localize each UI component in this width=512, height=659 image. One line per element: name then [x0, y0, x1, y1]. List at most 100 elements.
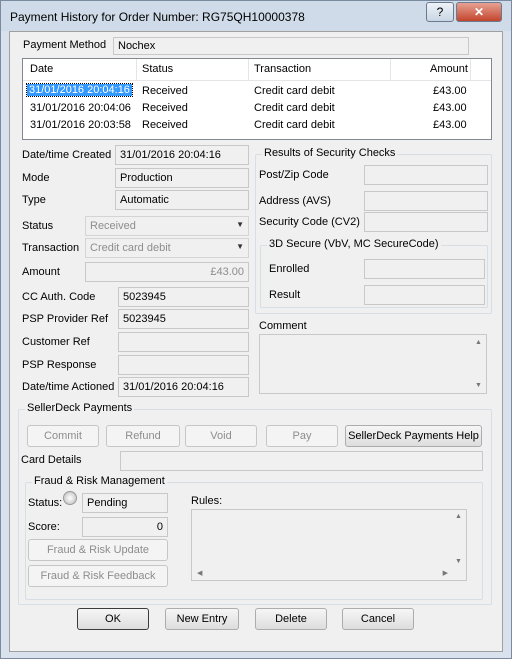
fraud-risk-group: Fraud & Risk Management Status: Pending …: [25, 475, 483, 600]
column-header-date[interactable]: Date: [30, 63, 53, 75]
row-status: Received: [142, 102, 188, 114]
card-details-label: Card Details: [21, 454, 82, 466]
type-value: Automatic: [120, 194, 169, 206]
fraud-score-label: Score:: [28, 521, 60, 533]
created-label: Date/time Created: [22, 149, 112, 161]
list-item[interactable]: 31/01/2016 20:04:16 Received Credit card…: [23, 83, 491, 100]
payment-method-field: Nochex: [113, 37, 469, 55]
fraud-feedback-button[interactable]: Fraud & Risk Feedback: [28, 565, 168, 587]
cancel-button-label: Cancel: [360, 613, 396, 625]
created-field: 31/01/2016 20:04:16: [115, 145, 249, 165]
dialog-client-area: Payment Method Nochex Date Status Transa…: [9, 31, 503, 652]
void-button-label: Void: [210, 430, 232, 442]
fraud-status-label: Status:: [28, 497, 63, 509]
rules-vertical-scrollbar[interactable]: ▲ ▼: [452, 510, 466, 568]
transaction-value: Credit card debit: [90, 242, 171, 254]
rules-listbox[interactable]: ▲ ▼ ◀ ▶: [191, 509, 467, 581]
fraud-risk-title: Fraud & Risk Management: [32, 475, 167, 487]
fraud-feedback-button-label: Fraud & Risk Feedback: [40, 570, 156, 582]
list-item[interactable]: 31/01/2016 20:04:06 Received Credit card…: [23, 100, 491, 117]
cc-auth-label: CC Auth. Code: [22, 291, 96, 303]
transaction-label: Transaction: [22, 242, 80, 254]
window-title: Payment History for Order Number: RG75QH…: [10, 10, 305, 24]
sellerdeck-help-button[interactable]: SellerDeck Payments Help: [345, 425, 482, 447]
row-transaction: Credit card debit: [254, 85, 335, 97]
scroll-down-icon: ▼: [455, 558, 462, 565]
postzip-label: Post/Zip Code: [259, 169, 329, 181]
result-label: Result: [269, 289, 301, 301]
chevron-down-icon: ▼: [236, 220, 244, 229]
close-button[interactable]: ✕: [456, 2, 502, 22]
column-header-status[interactable]: Status: [142, 63, 173, 75]
rules-horizontal-scrollbar[interactable]: ◀ ▶: [192, 566, 452, 580]
column-header-amount[interactable]: Amount: [430, 63, 468, 75]
row-transaction: Credit card debit: [254, 102, 335, 114]
fraud-update-button[interactable]: Fraud & Risk Update: [28, 539, 168, 561]
psp-response-label: PSP Response: [22, 359, 97, 371]
cc-auth-value: 5023945: [123, 291, 166, 303]
row-amount: £43.00: [433, 85, 467, 97]
row-status: Received: [142, 85, 188, 97]
actioned-field: 31/01/2016 20:04:16: [118, 377, 249, 397]
void-button[interactable]: Void: [185, 425, 257, 447]
customer-ref-field: [118, 332, 249, 352]
psp-response-field: [118, 355, 249, 375]
delete-button[interactable]: Delete: [255, 608, 327, 630]
card-details-field: [120, 451, 483, 471]
pay-button[interactable]: Pay: [266, 425, 338, 447]
help-button[interactable]: ?: [426, 2, 454, 22]
type-field: Automatic: [115, 190, 249, 210]
row-amount: £43.00: [433, 102, 467, 114]
transaction-dropdown[interactable]: Credit card debit ▼: [85, 238, 249, 258]
scroll-up-icon: ▲: [475, 339, 482, 346]
close-icon: ✕: [473, 5, 485, 19]
payment-method-group: Payment Method Nochex: [16, 34, 498, 55]
commit-button-label: Commit: [44, 430, 82, 442]
payment-method-label: Payment Method: [23, 39, 107, 51]
ok-button-label: OK: [105, 613, 121, 625]
enrolled-label: Enrolled: [269, 263, 310, 275]
row-date: 31/01/2016 20:04:06: [30, 102, 131, 114]
status-value: Received: [90, 220, 136, 232]
mode-label: Mode: [22, 172, 50, 184]
security-checks-group: Results of Security Checks Post/Zip Code…: [255, 147, 492, 314]
row-date: 31/01/2016 20:04:16: [26, 83, 133, 97]
comment-label: Comment: [259, 320, 307, 332]
cancel-button[interactable]: Cancel: [342, 608, 414, 630]
fraud-score-field: 0: [82, 517, 168, 537]
address-avs-label: Address (AVS): [259, 195, 331, 207]
pay-button-label: Pay: [292, 430, 312, 442]
actioned-label: Date/time Actioned: [22, 381, 115, 393]
new-entry-button[interactable]: New Entry: [165, 608, 239, 630]
amount-field: £43.00: [85, 262, 249, 282]
result-field: [364, 285, 485, 305]
security-code-field: [364, 212, 488, 232]
amount-label: Amount: [22, 266, 60, 278]
column-header-transaction[interactable]: Transaction: [254, 63, 311, 75]
sellerdeck-payments-group: SellerDeck Payments Commit Refund Void P…: [18, 402, 492, 605]
sellerdeck-help-button-label: SellerDeck Payments Help: [348, 430, 479, 442]
refund-button[interactable]: Refund: [106, 425, 180, 447]
row-transaction: Credit card debit: [254, 119, 335, 131]
row-date: 31/01/2016 20:03:58: [30, 119, 131, 131]
scroll-up-icon: ▲: [455, 513, 462, 520]
comment-scrollbar[interactable]: ▲ ▼: [472, 335, 486, 393]
commit-button[interactable]: Commit: [27, 425, 99, 447]
status-dropdown[interactable]: Received ▼: [85, 216, 249, 236]
mode-value: Production: [120, 172, 173, 184]
postzip-field: [364, 165, 488, 185]
ok-button[interactable]: OK: [77, 608, 149, 630]
psp-ref-field: 5023945: [118, 309, 249, 329]
comment-textarea[interactable]: ▲ ▼: [259, 334, 487, 394]
customer-ref-label: Customer Ref: [22, 336, 90, 348]
list-item[interactable]: 31/01/2016 20:03:58 Received Credit card…: [23, 117, 491, 134]
psp-ref-label: PSP Provider Ref: [22, 313, 109, 325]
amount-value: £43.00: [210, 266, 244, 278]
cc-auth-field: 5023945: [118, 287, 249, 307]
mode-field: Production: [115, 168, 249, 188]
fraud-status-field: Pending: [82, 493, 168, 513]
fraud-status-value: Pending: [87, 497, 128, 509]
fraud-score-value: 0: [156, 521, 163, 533]
payment-history-list[interactable]: Date Status Transaction Amount 31/01/201…: [22, 58, 492, 140]
delete-button-label: Delete: [275, 613, 307, 625]
